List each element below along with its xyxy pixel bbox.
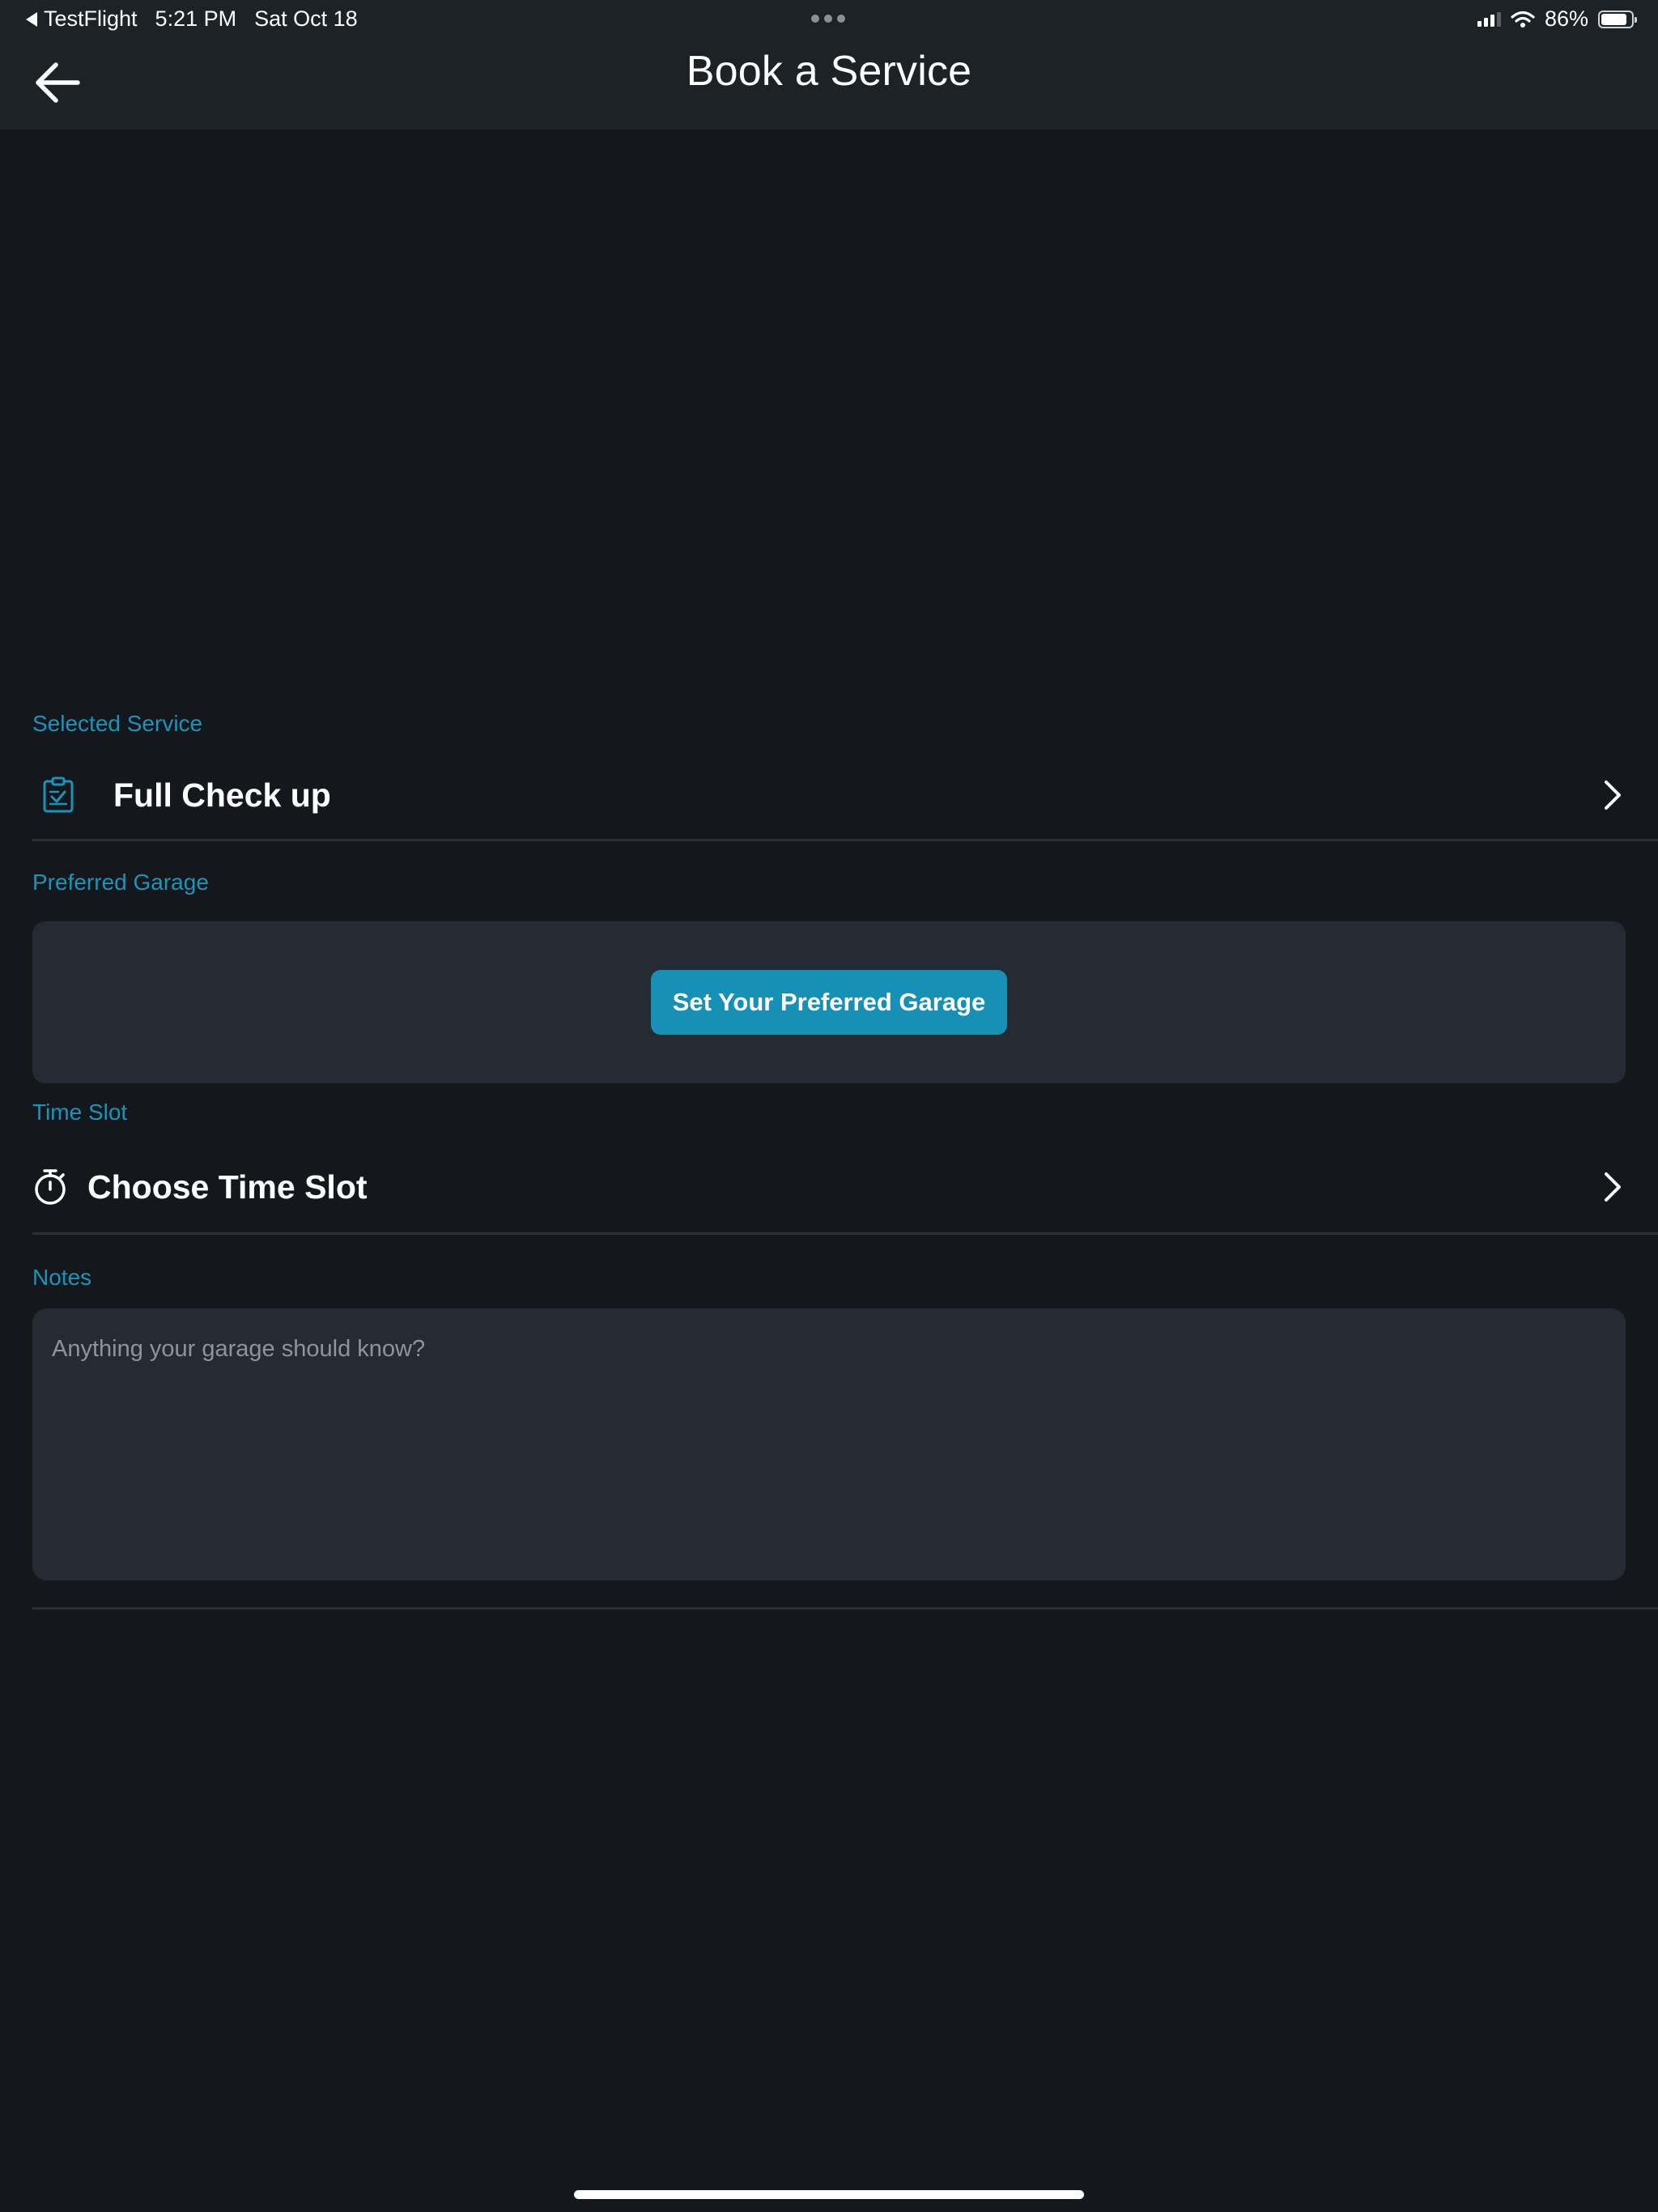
status-bar: TestFlight 5:21 PM Sat Oct 18 86% <box>0 0 1658 39</box>
status-date: Sat Oct 18 <box>254 6 358 31</box>
clipboard-check-icon <box>34 776 83 814</box>
notes-label: Notes <box>32 1265 92 1290</box>
page-title: Book a Service <box>686 48 972 95</box>
time-slot-label: Time Slot <box>32 1100 128 1125</box>
time-slot-value: Choose Time Slot <box>87 1168 368 1206</box>
battery-fill <box>1601 13 1626 25</box>
multitasking-dots-icon[interactable] <box>811 15 845 23</box>
back-triangle-icon <box>26 11 37 27</box>
battery-percent: 86% <box>1544 6 1588 31</box>
chevron-right-icon <box>1605 781 1621 810</box>
notes-textarea[interactable] <box>32 1308 1626 1580</box>
preferred-garage-label: Preferred Garage <box>32 870 209 895</box>
divider <box>32 839 1658 841</box>
selected-service-label: Selected Service <box>32 711 203 736</box>
home-indicator[interactable] <box>574 2190 1084 2199</box>
battery-icon <box>1598 10 1637 28</box>
preferred-garage-card: Set Your Preferred Garage <box>32 921 1626 1083</box>
back-to-app-link[interactable]: TestFlight <box>26 6 138 32</box>
status-left: TestFlight 5:21 PM Sat Oct 18 <box>26 6 358 32</box>
selected-service-row[interactable]: Full Check up <box>32 759 1626 832</box>
selected-service-value: Full Check up <box>113 776 331 814</box>
divider <box>32 1607 1658 1610</box>
set-preferred-garage-button[interactable]: Set Your Preferred Garage <box>651 970 1007 1035</box>
wifi-icon <box>1511 11 1535 28</box>
cellular-signal-icon <box>1477 11 1501 27</box>
chevron-right-icon <box>1605 1172 1621 1202</box>
status-time: 5:21 PM <box>155 6 237 31</box>
time-slot-row[interactable]: Choose Time Slot <box>32 1151 1626 1223</box>
back-app-label: TestFlight <box>44 6 138 31</box>
status-right: 86% <box>1477 6 1637 32</box>
divider <box>32 1232 1658 1235</box>
stopwatch-icon <box>32 1168 68 1206</box>
